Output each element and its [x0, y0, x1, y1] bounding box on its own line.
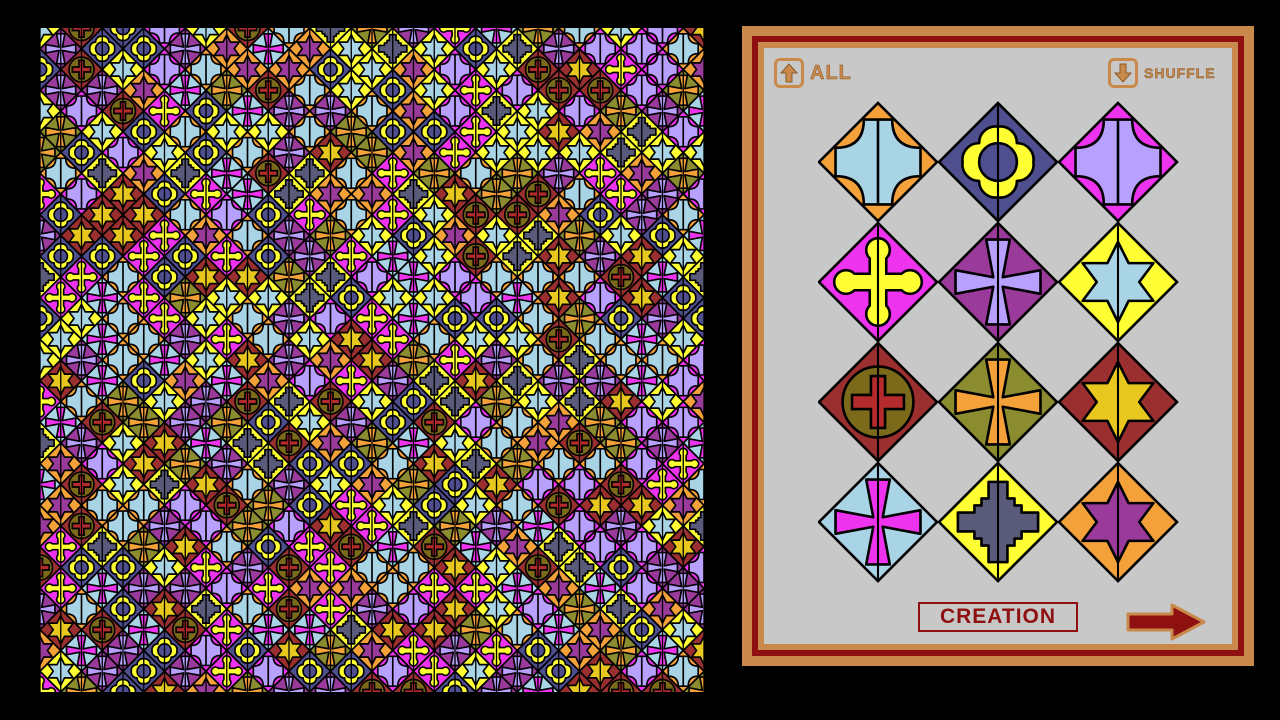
palette-tile[interactable] — [1057, 461, 1179, 583]
palette-tile[interactable] — [818, 341, 939, 463]
arrow-down-icon — [1108, 58, 1138, 88]
all-label: ALL — [810, 61, 852, 84]
palette-tile[interactable] — [937, 221, 1059, 343]
palette-tile[interactable] — [1057, 341, 1179, 463]
palette-tile[interactable] — [818, 101, 939, 223]
shuffle-label: SHUFFLE — [1144, 65, 1216, 82]
mosaic-canvas[interactable] — [40, 28, 704, 692]
all-button[interactable]: ALL — [774, 58, 852, 88]
palette-tile[interactable] — [937, 341, 1059, 463]
palette-tile[interactable] — [937, 101, 1059, 223]
palette-tile[interactable] — [1057, 101, 1179, 223]
mosaic-board[interactable] — [40, 28, 704, 692]
palette-tile[interactable] — [1057, 221, 1179, 343]
shuffle-button[interactable]: SHUFFLE — [1108, 58, 1216, 88]
palette-tile[interactable] — [818, 461, 939, 583]
creation-button[interactable]: CREATION — [918, 602, 1078, 632]
arrow-up-icon — [774, 58, 804, 88]
tile-palette[interactable] — [818, 100, 1182, 584]
palette-tile[interactable] — [818, 221, 939, 343]
arrow-right-icon[interactable] — [1126, 602, 1206, 642]
palette-tile[interactable] — [937, 461, 1059, 583]
